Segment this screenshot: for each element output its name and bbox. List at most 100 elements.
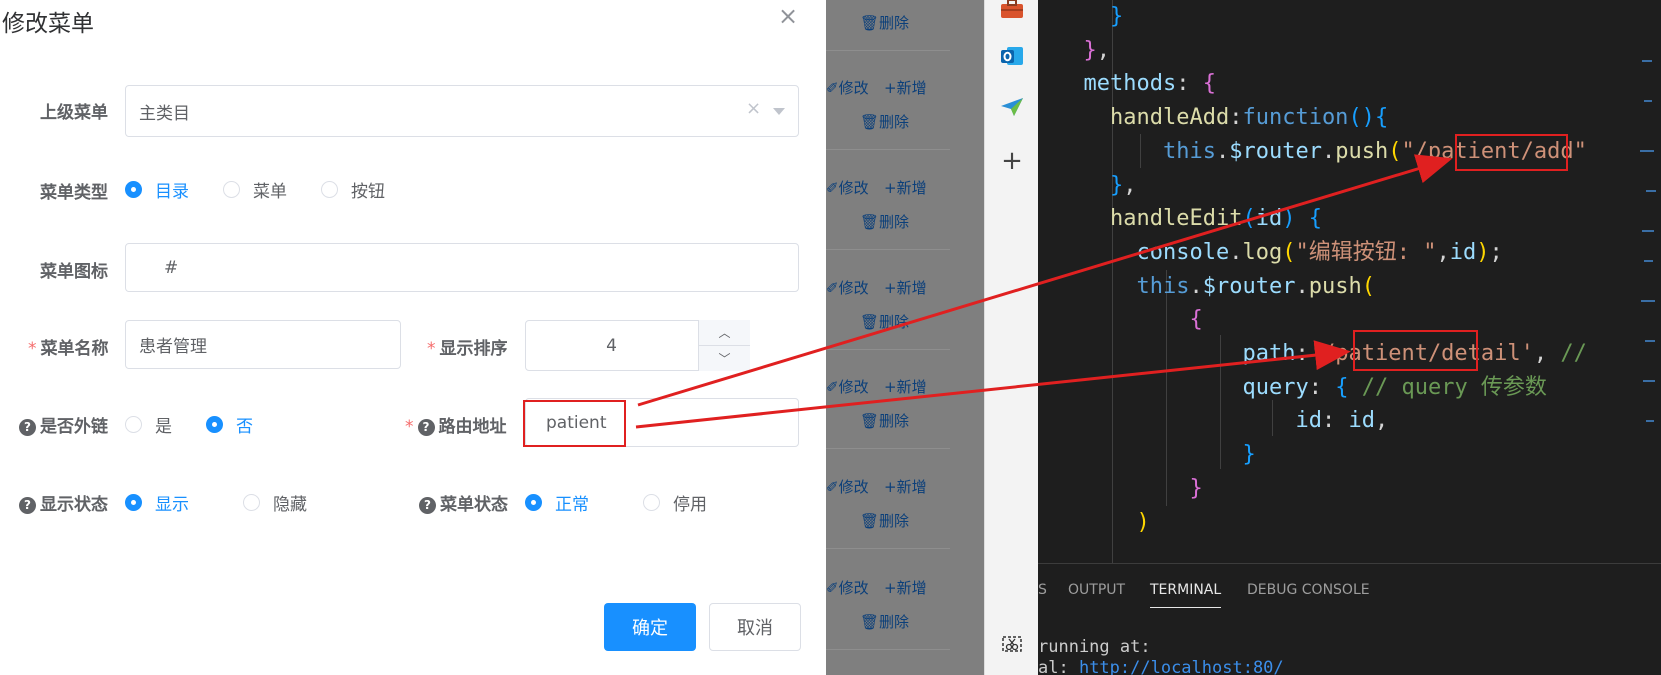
row-separator [826, 50, 950, 51]
vscode-side-bar: + [984, 0, 1038, 675]
menu-name-value: 患者管理 [139, 337, 207, 357]
radio-menu-type-button[interactable]: 按钮 [321, 177, 385, 202]
route-path-highlight-box [523, 400, 626, 447]
delete-link[interactable]: 🗑删除 [860, 12, 909, 33]
radio-external-yes[interactable]: 是 [125, 412, 172, 437]
menu-name-input[interactable]: 患者管理 [125, 320, 401, 369]
patient-add-highlight-box [1455, 134, 1568, 171]
code-line: handleEdit(id) { [1110, 206, 1322, 232]
external-link-label: ? 是否外链 [19, 412, 108, 437]
code-line: console.log("编辑按钮: ",id); [1136, 239, 1503, 265]
tab-debug-console[interactable]: DEBUG CONSOLE [1247, 582, 1370, 598]
code-line: }, [1110, 172, 1137, 198]
row-separator [826, 149, 950, 150]
edit-menu-dialog: 修改菜单 × 上级菜单 主类目 × 菜单类型 目录 菜单 按钮 菜单图标 # *… [0, 0, 826, 675]
radio-status-disabled[interactable]: 停用 [643, 490, 707, 515]
sort-order-value: 4 [606, 335, 617, 356]
code-line: handleAdd:function(){ [1110, 105, 1389, 131]
row-separator [826, 649, 950, 650]
edit-link[interactable]: ✐修改 [826, 277, 869, 298]
edit-link[interactable]: ✐修改 [826, 476, 869, 497]
chevron-down-icon[interactable]: ﹀ [699, 346, 750, 371]
dialog-title: 修改菜单 [2, 11, 94, 37]
add-link[interactable]: +新增 [884, 376, 927, 397]
add-link[interactable]: +新增 [884, 277, 927, 298]
terminal-line-running: running at: [1038, 637, 1151, 657]
row-separator [826, 548, 950, 549]
clear-icon[interactable]: × [746, 98, 761, 119]
radio-menu-type-menu[interactable]: 菜单 [223, 177, 287, 202]
row-separator [826, 249, 950, 250]
menu-name-label: * 菜单名称 [28, 339, 109, 359]
add-link[interactable]: +新增 [884, 77, 927, 98]
menu-type-label: 菜单类型 [40, 183, 108, 203]
question-icon: ? [419, 497, 436, 514]
visible-status-label: ? 显示状态 [19, 490, 108, 515]
delete-link[interactable]: 🗑删除 [860, 311, 909, 332]
delete-link[interactable]: 🗑删除 [860, 611, 909, 632]
edit-link[interactable]: ✐修改 [826, 376, 869, 397]
minimap[interactable] [1638, 0, 1658, 460]
code-line: } [1110, 4, 1124, 29]
menu-status-label: ? 菜单状态 [419, 490, 508, 515]
code-line: }, [1083, 37, 1111, 63]
add-link[interactable]: +新增 [884, 177, 927, 198]
edit-link[interactable]: ✐修改 [826, 77, 869, 98]
code-line: query: { // query 传参数 [1242, 374, 1547, 400]
confirm-button[interactable]: 确定 [604, 603, 696, 651]
terminal-line-url: al: http://localhost:80/ [1038, 658, 1284, 675]
delete-link[interactable]: 🗑删除 [860, 510, 909, 531]
radio-visible-hide[interactable]: 隐藏 [243, 490, 307, 515]
stepper-buttons: ︿ ﹀ [698, 320, 750, 371]
localhost-link[interactable]: http://localhost:80/ [1079, 658, 1284, 675]
code-line: ) [1136, 509, 1150, 535]
row-separator [826, 349, 950, 350]
code-line: } [1242, 442, 1256, 468]
chevron-up-icon[interactable]: ︿ [699, 320, 750, 346]
patient-detail-highlight-box [1353, 330, 1478, 371]
external-link-radio-group: 是 否 [125, 412, 287, 437]
close-icon[interactable]: × [778, 2, 798, 30]
edit-link[interactable]: ✐修改 [826, 177, 869, 198]
code-line: methods: { [1083, 71, 1216, 97]
radio-menu-type-directory[interactable]: 目录 [125, 177, 189, 202]
radio-status-normal[interactable]: 正常 [525, 490, 589, 515]
sort-order-label: * 显示排序 [427, 339, 508, 359]
delete-link[interactable]: 🗑删除 [860, 111, 909, 132]
code-line: this.$router.push( [1136, 273, 1375, 299]
delete-link[interactable]: 🗑删除 [860, 211, 909, 232]
radio-visible-show[interactable]: 显示 [125, 490, 189, 515]
code-editor[interactable]: }}, methods: { handleAdd:function(){ this.$… [1038, 0, 1661, 563]
screenshot-icon[interactable] [997, 630, 1027, 660]
toolbox-icon[interactable] [997, 0, 1027, 24]
chevron-down-icon[interactable] [773, 108, 785, 115]
bottom-panel: S OUTPUT TERMINAL DEBUG CONSOLE running … [1038, 563, 1661, 675]
add-link[interactable]: +新增 [884, 577, 927, 598]
outlook-icon[interactable] [997, 41, 1027, 71]
row-separator [826, 448, 950, 449]
parent-menu-select[interactable]: 主类目 × [125, 85, 799, 137]
question-icon: ? [19, 497, 36, 514]
route-path-label: *? 路由地址 [405, 417, 507, 437]
add-link[interactable]: +新增 [884, 476, 927, 497]
send-icon[interactable] [997, 92, 1027, 122]
menu-icon-label: 菜单图标 [40, 262, 108, 282]
tab-terminal[interactable]: TERMINAL [1150, 582, 1222, 608]
parent-menu-value: 主类目 [139, 103, 190, 124]
menu-icon-value: # [164, 257, 179, 278]
menu-type-radio-group: 目录 菜单 按钮 [125, 177, 419, 202]
edit-link[interactable]: ✐修改 [826, 577, 869, 598]
background-table-overlay [826, 0, 984, 675]
delete-link[interactable]: 🗑删除 [860, 410, 909, 431]
menu-icon-input[interactable]: # [125, 243, 799, 292]
code-line: id: id, [1295, 408, 1389, 434]
question-icon: ? [19, 419, 36, 436]
cancel-button[interactable]: 取消 [709, 603, 801, 651]
question-icon: ? [417, 419, 435, 436]
plus-icon[interactable]: + [997, 146, 1027, 176]
menu-status-radio-group: 正常 停用 [525, 490, 741, 515]
radio-external-no[interactable]: 否 [206, 412, 253, 437]
visible-radio-group: 显示 隐藏 [125, 490, 341, 515]
tab-output[interactable]: OUTPUT [1068, 582, 1125, 598]
tab-problems[interactable]: S [1038, 582, 1047, 598]
